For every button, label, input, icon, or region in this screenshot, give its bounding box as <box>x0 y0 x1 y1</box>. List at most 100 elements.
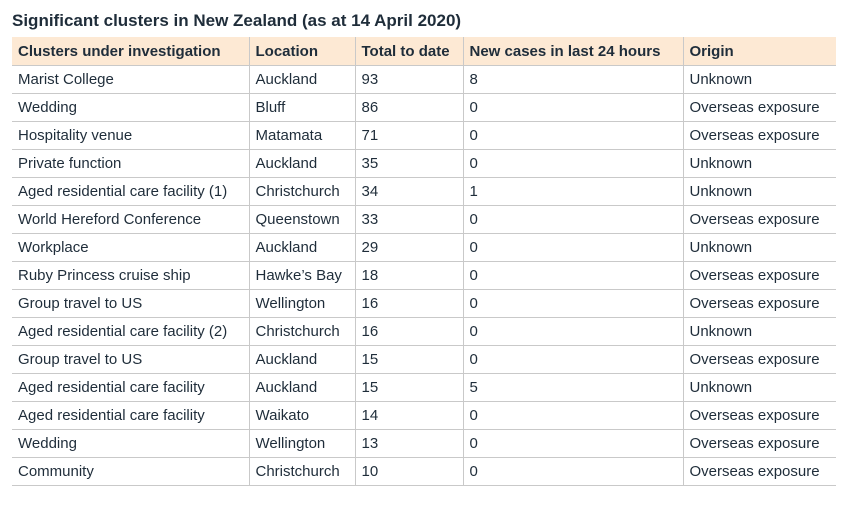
cell-new-cases: 0 <box>462 149 683 178</box>
cell-cluster: Ruby Princess cruise ship <box>12 261 249 290</box>
cell-cluster: Marist College <box>12 65 249 94</box>
table-row: Hospitality venue Matamata 71 0 Overseas exp… <box>12 121 836 150</box>
cell-origin: Overseas exposure <box>682 401 836 430</box>
cell-cluster: Aged residential care facility (1) <box>12 177 249 206</box>
cell-new-cases: 0 <box>462 457 683 486</box>
cell-total: 14 <box>354 401 463 430</box>
cell-total: 15 <box>354 373 463 402</box>
header-total: Total to date <box>354 37 463 66</box>
cell-location: Auckland <box>248 149 355 178</box>
table-row: Workplace Auckland 29 0 Unknown <box>12 233 836 262</box>
cell-location: Auckland <box>248 345 355 374</box>
cell-cluster: Aged residential care facility (2) <box>12 317 249 346</box>
table-row: Group travel to US Auckland 15 0 Overseas ex… <box>12 345 836 374</box>
cell-total: 86 <box>354 93 463 122</box>
cell-origin: Unknown <box>682 317 836 346</box>
table-row: Private function Auckland 35 0 Unknown <box>12 149 836 178</box>
clusters-table: Clusters under investigation Location To… <box>12 37 836 486</box>
cell-location: Queenstown <box>248 205 355 234</box>
cell-origin: Overseas exposure <box>682 121 836 150</box>
cell-origin: Unknown <box>682 177 836 206</box>
cell-new-cases: 0 <box>462 345 683 374</box>
table-row: Community Christchurch 10 0 Overseas exposur… <box>12 457 836 486</box>
cell-new-cases: 0 <box>462 233 683 262</box>
table-title: Significant clusters in New Zealand (as … <box>12 11 462 30</box>
clusters-table-container: Significant clusters in New Zealand (as … <box>12 10 836 486</box>
cell-new-cases: 5 <box>462 373 683 402</box>
cell-location: Wellington <box>248 429 355 458</box>
cell-location: Waikato <box>248 401 355 430</box>
cell-total: 29 <box>354 233 463 262</box>
cell-location: Matamata <box>248 121 355 150</box>
cell-location: Hawke’s Bay <box>248 261 355 290</box>
cell-origin: Overseas exposure <box>682 205 836 234</box>
cell-origin: Unknown <box>682 65 836 94</box>
table-row: Aged residential care facility Auckland 15… <box>12 373 836 402</box>
cell-cluster: Workplace <box>12 233 249 262</box>
cell-cluster: Aged residential care facility <box>12 373 249 402</box>
cell-location: Christchurch <box>248 177 355 206</box>
cell-cluster: World Hereford Conference <box>12 205 249 234</box>
header-location: Location <box>248 37 355 66</box>
cell-location: Auckland <box>248 373 355 402</box>
cell-new-cases: 0 <box>462 401 683 430</box>
header-new-cases: New cases in last 24 hours <box>462 37 683 66</box>
cell-total: 33 <box>354 205 463 234</box>
cell-origin: Overseas exposure <box>682 261 836 290</box>
cell-total: 71 <box>354 121 463 150</box>
table-row: Aged residential care facility Waikato 14 0… <box>12 401 836 430</box>
cell-new-cases: 0 <box>462 121 683 150</box>
cell-total: 16 <box>354 317 463 346</box>
cell-location: Wellington <box>248 289 355 318</box>
cell-origin: Unknown <box>682 373 836 402</box>
cell-cluster: Aged residential care facility <box>12 401 249 430</box>
table-row: Aged residential care facility (1) Christ… <box>12 177 836 206</box>
cell-new-cases: 0 <box>462 205 683 234</box>
header-row: Clusters under investigation Location To… <box>12 37 836 66</box>
cell-total: 93 <box>354 65 463 94</box>
table-row: World Hereford Conference Queenstown 33 0 Ov… <box>12 205 836 234</box>
table-row: Marist College Auckland 93 8 Unknown <box>12 65 836 94</box>
cell-new-cases: 0 <box>462 93 683 122</box>
table-row: Wedding Wellington 13 0 Overseas exposure <box>12 429 836 458</box>
cell-cluster: Hospitality venue <box>12 121 249 150</box>
cell-origin: Overseas exposure <box>682 429 836 458</box>
table-body: Marist College Auckland 93 8 Unknown Wedding B… <box>12 65 836 486</box>
cell-location: Christchurch <box>248 457 355 486</box>
cell-new-cases: 0 <box>462 429 683 458</box>
cell-cluster: Group travel to US <box>12 345 249 374</box>
cell-cluster: Wedding <box>12 93 249 122</box>
cell-origin: Overseas exposure <box>682 457 836 486</box>
cell-location: Auckland <box>248 233 355 262</box>
cell-total: 34 <box>354 177 463 206</box>
cell-origin: Overseas exposure <box>682 345 836 374</box>
cell-new-cases: 0 <box>462 261 683 290</box>
header-origin: Origin <box>682 37 836 66</box>
cell-origin: Overseas exposure <box>682 289 836 318</box>
header-cluster: Clusters under investigation <box>12 37 249 66</box>
cell-new-cases: 8 <box>462 65 683 94</box>
cell-total: 35 <box>354 149 463 178</box>
cell-total: 16 <box>354 289 463 318</box>
cell-total: 13 <box>354 429 463 458</box>
cell-new-cases: 1 <box>462 177 683 206</box>
cell-origin: Unknown <box>682 233 836 262</box>
cell-new-cases: 0 <box>462 317 683 346</box>
cell-new-cases: 0 <box>462 289 683 318</box>
cell-cluster: Private function <box>12 149 249 178</box>
cell-total: 18 <box>354 261 463 290</box>
cell-location: Bluff <box>248 93 355 122</box>
cell-origin: Unknown <box>682 149 836 178</box>
cell-cluster: Group travel to US <box>12 289 249 318</box>
table-row: Wedding Bluff 86 0 Overseas exposure <box>12 93 836 122</box>
cell-total: 15 <box>354 345 463 374</box>
cell-total: 10 <box>354 457 463 486</box>
cell-origin: Overseas exposure <box>682 93 836 122</box>
cell-location: Auckland <box>248 65 355 94</box>
table-row: Group travel to US Wellington 16 0 Overseas … <box>12 289 836 318</box>
table-row: Aged residential care facility (2) Christ… <box>12 317 836 346</box>
cell-location: Christchurch <box>248 317 355 346</box>
table-row: Ruby Princess cruise ship Hawke’s Bay 18 0 O… <box>12 261 836 290</box>
table-header: Clusters under investigation Location To… <box>12 37 836 66</box>
cell-cluster: Wedding <box>12 429 249 458</box>
